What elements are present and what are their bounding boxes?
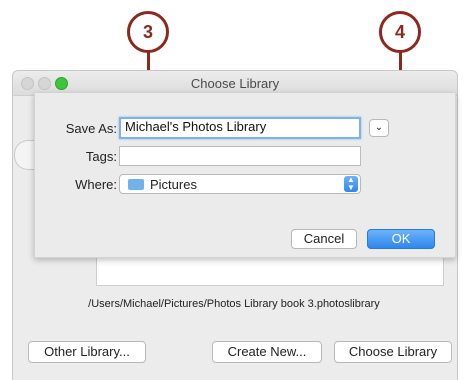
save-sheet: Save As: Michael's Photos Library ⌄ Tags… <box>34 93 456 258</box>
tags-field[interactable] <box>119 146 361 166</box>
cancel-button[interactable]: Cancel <box>291 229 357 249</box>
save-as-label: Save As: <box>65 121 117 136</box>
save-as-field[interactable]: Michael's Photos Library <box>119 117 361 139</box>
popup-arrows-icon: ▲ ▼ <box>344 176 358 192</box>
where-popup[interactable]: Pictures ▲ ▼ <box>119 174 361 194</box>
callout-step-4: 4 <box>379 11 421 53</box>
ok-button[interactable]: OK <box>367 229 435 249</box>
create-new-button[interactable]: Create New... <box>212 341 322 363</box>
other-library-button[interactable]: Other Library... <box>28 341 146 363</box>
folder-icon <box>128 179 144 190</box>
callout-step-3: 3 <box>127 11 169 53</box>
library-list[interactable] <box>96 258 444 286</box>
library-path: /Users/Michael/Pictures/Photos Library b… <box>88 298 380 310</box>
choose-library-button[interactable]: Choose Library <box>334 341 452 363</box>
where-value: Pictures <box>150 177 197 192</box>
expand-dialog-button[interactable]: ⌄ <box>369 119 389 137</box>
tags-label: Tags: <box>85 149 117 164</box>
window-title: Choose Library <box>190 76 280 91</box>
chevron-down-icon: ⌄ <box>374 122 384 133</box>
where-label: Where: <box>75 177 117 192</box>
